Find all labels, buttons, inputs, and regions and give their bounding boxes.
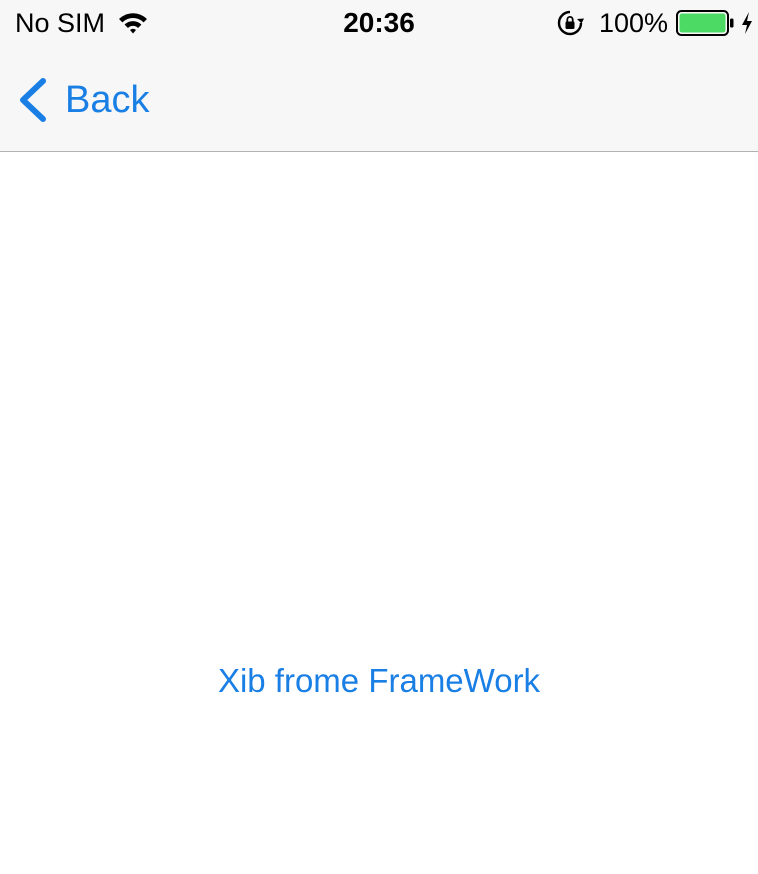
main-content: Xib frome FrameWork	[0, 153, 758, 874]
battery-icon	[676, 10, 734, 36]
battery-fill	[679, 13, 726, 33]
xib-from-framework-button[interactable]: Xib frome FrameWork	[0, 657, 758, 705]
charging-icon	[742, 12, 752, 34]
status-right-group: 100%	[556, 6, 754, 40]
back-button[interactable]: Back	[16, 74, 149, 126]
navigation-header: No SIM 20:36 100% Back	[0, 0, 758, 152]
back-button-label: Back	[65, 79, 150, 121]
chevron-left-icon	[20, 78, 46, 122]
lock-rotation-icon	[557, 10, 584, 36]
status-bar: No SIM 20:36 100%	[0, 0, 758, 45]
battery-percent: 100%	[598, 8, 668, 38]
app-screen: No SIM 20:36 100% Back Xib frome FrameWo…	[0, 0, 758, 874]
